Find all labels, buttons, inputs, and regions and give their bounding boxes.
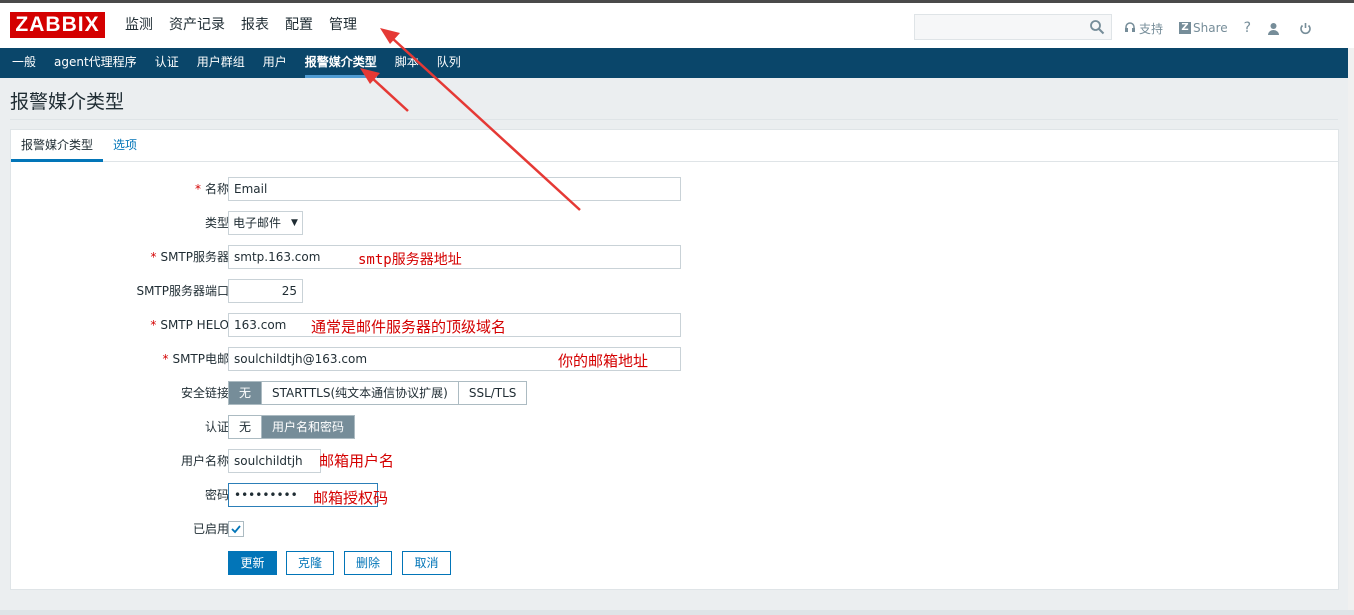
row-smtp-helo: * SMTP HELO 163.com 通常是邮件服务器的顶级域名: [11, 313, 1338, 337]
row-name: * 名称 Email: [11, 177, 1338, 201]
row-smtp-email: * SMTP电邮 soulchildtjh@163.com 你的邮箱地址: [11, 347, 1338, 371]
share-z-icon: Z: [1179, 22, 1192, 34]
annotation-email: 你的邮箱地址: [558, 352, 649, 370]
row-enabled: 已启用: [11, 517, 1338, 541]
clone-button[interactable]: 克隆: [286, 551, 334, 575]
menu-reports[interactable]: 报表: [233, 3, 277, 48]
row-username: 用户名称 soulchildtjh 邮箱用户名: [11, 449, 1338, 473]
header-links: 支持 Z Share ?: [1124, 16, 1331, 40]
row-password: 密码 ••••••••• 邮箱授权码: [11, 483, 1338, 507]
type-select[interactable]: 电子邮件 ▼: [228, 211, 303, 235]
smtp-email-label: * SMTP电邮: [162, 352, 229, 366]
sub-navigation: 一般 agent代理程序 认证 用户群组 用户 报警媒介类型 脚本 队列: [0, 48, 1354, 78]
dropdown-arrow-icon: ▼: [291, 218, 298, 228]
security-starttls-option[interactable]: STARTTLS(纯文本通信协议扩展): [262, 382, 459, 404]
tab-media-type[interactable]: 报警媒介类型: [11, 130, 104, 162]
power-icon: [1300, 22, 1311, 34]
security-toggle: 无 STARTTLS(纯文本通信协议扩展) SSL/TLS: [228, 381, 528, 405]
title-divider: [10, 119, 1338, 120]
arrow-to-media-types: [371, 77, 409, 112]
row-type: 类型 电子邮件 ▼: [11, 211, 1338, 235]
enabled-checkbox[interactable]: [228, 521, 244, 537]
row-auth: 认证 无 用户名和密码: [11, 415, 1338, 439]
menu-inventory[interactable]: 资产记录: [161, 3, 233, 48]
auth-password-option[interactable]: 用户名和密码: [262, 416, 355, 438]
headset-icon: [1125, 22, 1135, 32]
page-title: 报警媒介类型: [10, 91, 125, 113]
username-label: 用户名称: [180, 454, 229, 468]
annotation-username: 邮箱用户名: [319, 452, 395, 470]
submenu-media-types[interactable]: 报警媒介类型: [296, 48, 386, 78]
annotation-smtp-server: smtp服务器地址: [358, 252, 462, 268]
security-none-option[interactable]: 无: [229, 382, 263, 404]
row-security: 安全链接 无 STARTTLS(纯文本通信协议扩展) SSL/TLS: [11, 381, 1338, 405]
username-input[interactable]: soulchildtjh: [228, 449, 321, 473]
annotation-helo: 通常是邮件服务器的顶级域名: [311, 318, 507, 336]
update-button[interactable]: 更新: [228, 551, 277, 575]
row-smtp-port: SMTP服务器端口 25: [11, 279, 1338, 303]
checkmark-icon: [231, 525, 241, 534]
smtp-port-input[interactable]: 25: [228, 279, 303, 303]
menu-monitoring[interactable]: 监测: [117, 3, 161, 48]
submenu-users[interactable]: 用户: [254, 48, 296, 78]
signout-link[interactable]: [1299, 22, 1315, 35]
user-icon: [1268, 22, 1280, 35]
support-link[interactable]: 支持: [1124, 20, 1163, 37]
search-input[interactable]: [914, 14, 1112, 40]
form-tabs: 报警媒介类型 选项: [11, 130, 1338, 162]
tab-options[interactable]: 选项: [103, 130, 147, 161]
menu-administration[interactable]: 管理: [321, 3, 365, 48]
enabled-label: 已启用: [192, 522, 229, 536]
zabbix-logo[interactable]: ZABBIX: [10, 12, 105, 38]
name-label: * 名称: [194, 182, 229, 196]
submenu-proxies[interactable]: agent代理程序: [45, 48, 146, 78]
help-label: ?: [1243, 20, 1252, 36]
delete-button[interactable]: 删除: [344, 551, 392, 575]
smtp-port-label: SMTP服务器端口: [136, 284, 229, 298]
type-value: 电子邮件: [233, 216, 282, 230]
row-buttons: 更新 克隆 删除 取消: [11, 551, 1338, 575]
share-label: Share: [1193, 21, 1228, 35]
security-label: 安全链接: [180, 386, 229, 400]
auth-label: 认证: [204, 420, 229, 434]
submenu-general[interactable]: 一般: [3, 48, 45, 78]
menu-configuration[interactable]: 配置: [277, 3, 321, 48]
row-smtp-server: * SMTP服务器 smtp.163.com smtp服务器地址: [11, 245, 1338, 269]
main-menu: 监测 资产记录 报表 配置 管理: [117, 3, 365, 48]
submenu-scripts[interactable]: 脚本: [386, 48, 428, 78]
top-header: ZABBIX 监测 资产记录 报表 配置 管理 支持 Z Share ?: [0, 0, 1354, 48]
footer-divider: [0, 610, 1354, 615]
share-link[interactable]: Z Share: [1179, 21, 1228, 35]
auth-none-option[interactable]: 无: [229, 416, 263, 438]
auth-toggle: 无 用户名和密码: [228, 415, 356, 439]
password-label: 密码: [204, 488, 229, 502]
annotation-password: 邮箱授权码: [313, 489, 389, 507]
submenu-authentication[interactable]: 认证: [146, 48, 188, 78]
smtp-server-label: * SMTP服务器: [150, 250, 229, 264]
page-scrollbar[interactable]: [1348, 48, 1354, 615]
cancel-button[interactable]: 取消: [402, 551, 451, 575]
type-label: 类型: [204, 216, 229, 230]
help-link[interactable]: ?: [1244, 20, 1251, 36]
security-ssl-option[interactable]: SSL/TLS: [458, 382, 527, 404]
name-input[interactable]: Email: [228, 177, 681, 201]
profile-link[interactable]: [1267, 22, 1283, 35]
search-icon[interactable]: [1089, 19, 1105, 35]
submenu-user-groups[interactable]: 用户群组: [188, 48, 254, 78]
smtp-helo-label: * SMTP HELO: [150, 318, 229, 332]
media-type-form: 报警媒介类型 选项 * 名称 Email 类型 电子邮件 ▼ * SMTP服务器 s…: [10, 129, 1339, 590]
support-label: 支持: [1139, 21, 1164, 36]
submenu-queue[interactable]: 队列: [428, 48, 470, 78]
